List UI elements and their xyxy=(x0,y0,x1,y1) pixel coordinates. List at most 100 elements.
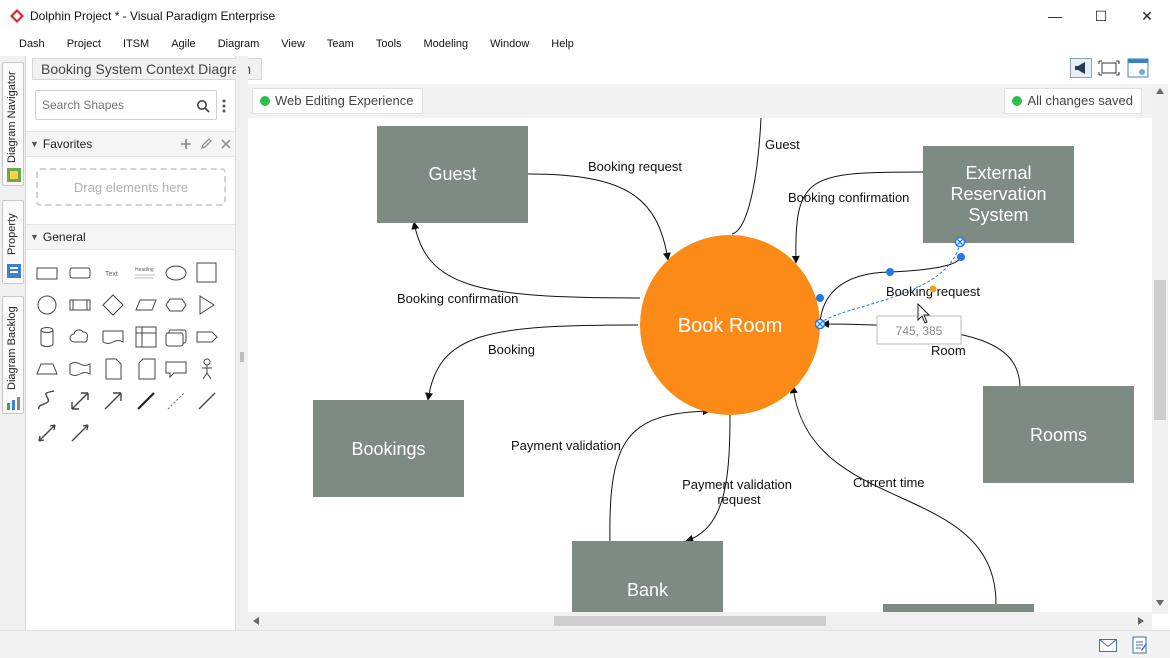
trapezoid-shape-tool[interactable] xyxy=(34,356,60,382)
menu-team[interactable]: Team xyxy=(316,38,365,50)
arrow-tool[interactable] xyxy=(100,388,126,414)
triangle-shape-tool[interactable] xyxy=(194,292,220,318)
favorites-label: Favorites xyxy=(42,137,93,151)
tab-diagram-navigator[interactable]: Diagram Navigator xyxy=(2,62,24,186)
heading-tool[interactable]: Heading xyxy=(133,260,159,286)
document-shape-tool[interactable] xyxy=(100,324,126,350)
maximize-button[interactable]: ☐ xyxy=(1078,0,1124,32)
favorites-header[interactable]: ▼ Favorites xyxy=(26,131,235,157)
flow-current-time[interactable] xyxy=(789,385,997,605)
connector-midpoint-handle[interactable] xyxy=(929,285,937,293)
mail-icon[interactable] xyxy=(1099,639,1117,652)
connector-endpoint-top-icon[interactable] xyxy=(954,236,966,248)
tab-diagram-navigator-label: Diagram Navigator xyxy=(6,71,18,163)
breadcrumb[interactable]: Booking System Context Diagram xyxy=(32,58,263,80)
line-tool[interactable] xyxy=(194,388,220,414)
add-favorite-icon[interactable] xyxy=(180,138,192,150)
table-shape-tool[interactable] xyxy=(133,324,159,350)
thick-line-tool[interactable] xyxy=(133,388,159,414)
entity-bank[interactable] xyxy=(572,541,723,614)
scroll-left-arrow-icon[interactable] xyxy=(253,617,259,625)
menu-bar: Dash Project ITSM Agile Diagram View Tea… xyxy=(0,32,1170,56)
ellipse-shape-tool[interactable] xyxy=(163,260,189,286)
edit-favorite-icon[interactable] xyxy=(200,138,212,150)
menu-window[interactable]: Window xyxy=(479,38,540,50)
notes-icon[interactable] xyxy=(1132,636,1148,654)
flow-booking[interactable] xyxy=(425,324,639,401)
vertical-scrollbar-thumb[interactable] xyxy=(1154,280,1166,420)
text-tool[interactable]: Text xyxy=(100,260,126,286)
rounded-rectangle-shape-tool[interactable] xyxy=(67,260,93,286)
search-icon[interactable] xyxy=(196,99,210,113)
flow-label-current-time: Current time xyxy=(853,475,925,490)
fit-diagram-icon[interactable] xyxy=(1098,58,1120,78)
flow-label-booking-confirmation-guest: Booking confirmation xyxy=(397,291,518,306)
scroll-right-arrow-icon[interactable] xyxy=(1138,617,1144,625)
menu-project[interactable]: Project xyxy=(56,38,112,50)
vertical-scrollbar[interactable] xyxy=(1152,84,1168,614)
menu-tools[interactable]: Tools xyxy=(365,38,413,50)
scroll-down-arrow-icon[interactable] xyxy=(1156,600,1164,606)
note-shape-tool[interactable] xyxy=(100,356,126,382)
menu-diagram[interactable]: Diagram xyxy=(207,38,271,50)
connector-handle[interactable] xyxy=(886,268,894,276)
layout-panel-icon[interactable] xyxy=(1127,58,1149,78)
double-arrow-line-tool[interactable] xyxy=(34,420,60,446)
process-shape-tool[interactable] xyxy=(67,292,93,318)
hexagon-shape-tool[interactable] xyxy=(163,292,189,318)
flow-booking-confirmation-guest[interactable] xyxy=(411,221,641,299)
menu-modeling[interactable]: Modeling xyxy=(413,38,480,50)
search-shapes-input[interactable] xyxy=(36,91,186,119)
circle-shape-tool[interactable] xyxy=(34,292,60,318)
entity-external-line1: External xyxy=(965,163,1031,183)
connector-endpoint-bottom-icon[interactable] xyxy=(814,318,826,330)
bidirectional-arrow-tool[interactable] xyxy=(67,388,93,414)
callout-shape-tool[interactable] xyxy=(163,356,189,382)
menu-itsm[interactable]: ITSM xyxy=(112,38,160,50)
favorites-drop-zone[interactable]: Drag elements here xyxy=(36,168,226,206)
menu-help[interactable]: Help xyxy=(540,38,585,50)
parallelogram-shape-tool[interactable] xyxy=(133,292,159,318)
connector-handle[interactable] xyxy=(816,294,824,302)
flow-guest-top[interactable] xyxy=(731,117,762,235)
square-shape-tool[interactable] xyxy=(194,260,220,286)
menu-view[interactable]: View xyxy=(270,38,316,50)
arrow-line-tool[interactable] xyxy=(67,420,93,446)
flow-label-payment-validation-request-2: request xyxy=(717,492,761,507)
menu-dash[interactable]: Dash xyxy=(8,38,56,50)
close-button[interactable]: ✕ xyxy=(1124,0,1170,32)
panel-splitter[interactable] xyxy=(236,56,248,636)
stacked-rectangle-shape-tool[interactable] xyxy=(163,324,189,350)
menu-agile[interactable]: Agile xyxy=(160,38,206,50)
scroll-up-arrow-icon[interactable] xyxy=(1156,88,1164,94)
wave-shape-tool[interactable] xyxy=(67,356,93,382)
tab-diagram-backlog[interactable]: Diagram Backlog xyxy=(2,296,24,414)
card-shape-tool[interactable] xyxy=(133,356,159,382)
navigator-icon xyxy=(7,168,21,182)
diagram-canvas[interactable]: Web Editing Experience All changes saved xyxy=(248,84,1152,614)
tab-property[interactable]: Property xyxy=(2,200,24,284)
cylinder-shape-tool[interactable] xyxy=(34,324,60,350)
horizontal-scrollbar[interactable] xyxy=(248,612,1152,630)
entity-bank-label: Bank xyxy=(627,580,669,600)
palette-more-icon[interactable] xyxy=(221,98,227,114)
actor-shape-tool[interactable] xyxy=(194,356,220,382)
remove-favorite-icon[interactable] xyxy=(220,138,232,150)
connector-handle[interactable] xyxy=(957,253,965,261)
rectangle-shape-tool[interactable] xyxy=(34,260,60,286)
backlog-icon xyxy=(7,397,20,410)
flow-external-booking-confirmation[interactable] xyxy=(791,171,924,264)
cloud-shape-tool[interactable] xyxy=(67,324,93,350)
dashed-line-tool[interactable] xyxy=(163,388,189,414)
diamond-shape-tool[interactable] xyxy=(100,292,126,318)
flow-guest-booking-request[interactable] xyxy=(527,173,671,261)
announcement-icon[interactable] xyxy=(1070,58,1092,78)
collapse-caret-icon: ▼ xyxy=(30,139,39,149)
horizontal-scrollbar-thumb[interactable] xyxy=(554,616,826,626)
minimize-button[interactable]: — xyxy=(1032,0,1078,32)
general-header[interactable]: ▼ General xyxy=(26,224,235,250)
chevron-shape-tool[interactable] xyxy=(194,324,220,350)
curve-connector-tool[interactable] xyxy=(34,388,60,414)
flow-label-payment-validation: Payment validation xyxy=(511,438,621,453)
status-bar xyxy=(0,630,1170,658)
